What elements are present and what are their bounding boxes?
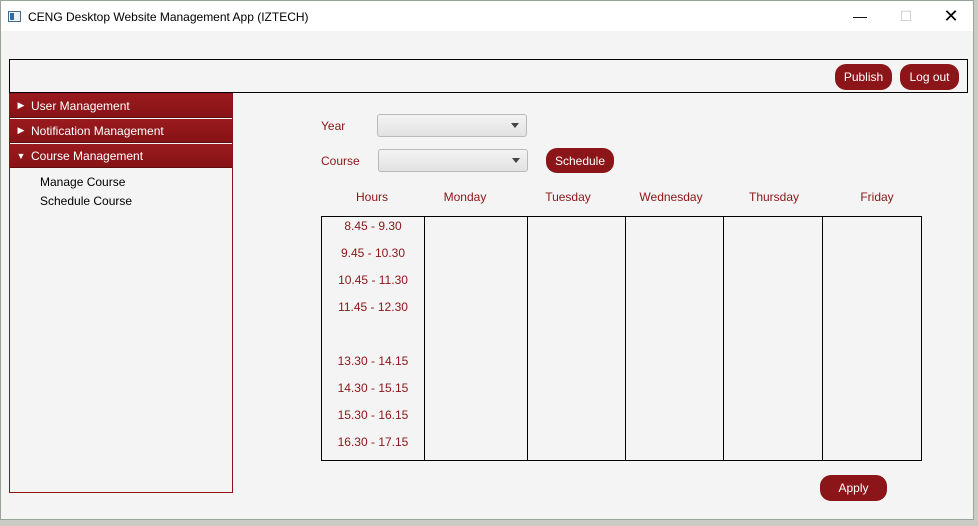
year-select[interactable] xyxy=(377,114,527,137)
column-header-wednesday: Wednesday xyxy=(639,190,703,204)
title-bar: CENG Desktop Website Management App (IZT… xyxy=(1,1,973,31)
sidebar-item-user-management[interactable]: ▶ User Management xyxy=(10,94,232,118)
sidebar-item-course-management[interactable]: ▼ Course Management xyxy=(10,144,232,168)
expand-arrow-icon: ▶ xyxy=(17,125,25,135)
chevron-down-icon xyxy=(511,123,519,128)
course-label: Course xyxy=(321,154,360,168)
publish-button[interactable]: Publish xyxy=(835,64,892,90)
grid-divider xyxy=(625,217,626,460)
sidebar-item-label: Notification Management xyxy=(31,123,164,138)
timetable-grid: 8.45 - 9.30 9.45 - 10.30 10.45 - 11.30 1… xyxy=(321,216,922,461)
logout-button[interactable]: Log out xyxy=(900,64,959,90)
grid-divider xyxy=(527,217,528,460)
column-header-monday: Monday xyxy=(443,190,487,204)
app-icon xyxy=(8,11,21,22)
hour-slot: 10.45 - 11.30 xyxy=(338,273,408,287)
hour-slot: 9.45 - 10.30 xyxy=(340,246,406,260)
hour-slot: 14.30 - 15.15 xyxy=(337,381,409,395)
grid-divider xyxy=(424,217,425,460)
schedule-button[interactable]: Schedule xyxy=(546,148,614,173)
collapse-arrow-icon: ▼ xyxy=(16,150,26,161)
sidebar-item-label: User Management xyxy=(31,98,130,113)
apply-button[interactable]: Apply xyxy=(820,475,887,501)
sidebar-item-notification-management[interactable]: ▶ Notification Management xyxy=(10,119,232,143)
column-header-tuesday: Tuesday xyxy=(545,190,591,204)
chevron-down-icon xyxy=(512,158,520,163)
app-window: CENG Desktop Website Management App (IZT… xyxy=(0,0,974,520)
grid-divider xyxy=(822,217,823,460)
expand-arrow-icon: ▶ xyxy=(17,100,25,110)
column-header-hours: Hours xyxy=(355,190,388,204)
hour-slot: 13.30 - 14.15 xyxy=(337,354,409,368)
hour-slot: 15.30 - 16.15 xyxy=(337,408,409,422)
top-toolbar: Publish Log out xyxy=(9,59,968,93)
close-button[interactable]: ✕ xyxy=(928,1,974,31)
column-header-thursday: Thursday xyxy=(748,190,800,204)
hour-slot: 16.30 - 17.15 xyxy=(337,435,409,449)
column-header-friday: Friday xyxy=(860,190,894,204)
sidebar-subitem-manage-course[interactable]: Manage Course xyxy=(40,175,125,189)
hour-slot: 8.45 - 9.30 xyxy=(344,219,402,233)
window-title: CENG Desktop Website Management App (IZT… xyxy=(28,10,309,24)
minimize-button[interactable]: — xyxy=(837,1,883,31)
maximize-button[interactable]: ☐ xyxy=(883,1,929,31)
sidebar: ▶ User Management ▶ Notification Managem… xyxy=(9,93,233,493)
sidebar-item-label: Course Management xyxy=(31,148,144,163)
course-select[interactable] xyxy=(378,149,528,172)
hour-slot: 11.45 - 12.30 xyxy=(338,300,408,314)
grid-divider xyxy=(723,217,724,460)
sidebar-subitem-schedule-course[interactable]: Schedule Course xyxy=(40,194,132,208)
year-label: Year xyxy=(321,119,346,133)
